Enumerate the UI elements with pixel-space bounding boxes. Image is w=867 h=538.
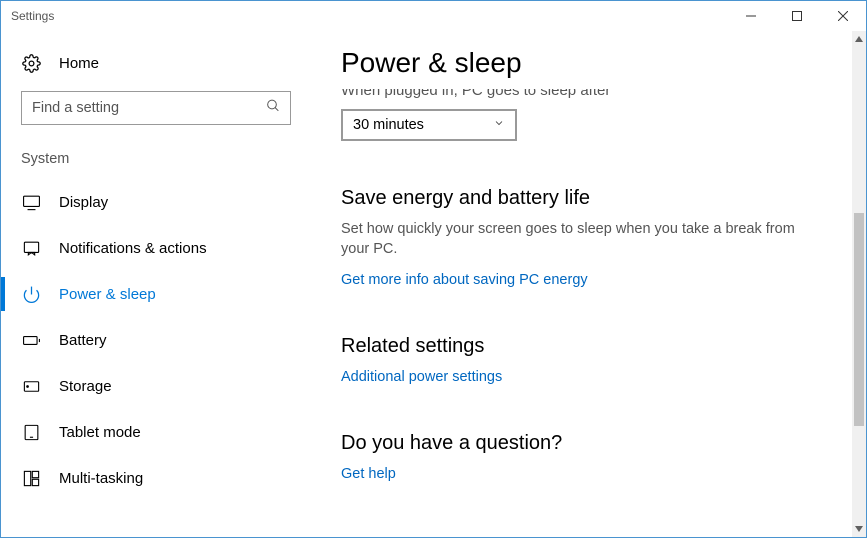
display-icon: [21, 192, 41, 212]
sidebar-item-multitasking[interactable]: Multi-tasking: [1, 455, 311, 501]
sidebar-item-label: Display: [59, 194, 108, 211]
sidebar-item-storage[interactable]: Storage: [1, 363, 311, 409]
sidebar-item-label: Battery: [59, 332, 107, 349]
sidebar-nav: Display Notifications & actions Power & …: [1, 179, 311, 501]
sidebar: Home System Display Notificati: [1, 31, 311, 537]
sidebar-item-notifications[interactable]: Notifications & actions: [1, 225, 311, 271]
home-label: Home: [59, 55, 99, 72]
maximize-button[interactable]: [774, 1, 820, 31]
gear-icon: [21, 53, 41, 73]
maximize-icon: [792, 11, 802, 21]
chevron-down-icon: [493, 117, 505, 133]
vertical-scrollbar[interactable]: [852, 31, 866, 537]
tablet-icon: [21, 422, 41, 442]
save-energy-section: Save energy and battery life Set how qui…: [341, 187, 836, 289]
content-scroll[interactable]: When plugged in, PC goes to sleep after …: [311, 89, 866, 537]
notifications-icon: [21, 238, 41, 258]
sidebar-item-label: Storage: [59, 378, 112, 395]
sleep-label: When plugged in, PC goes to sleep after: [341, 89, 836, 99]
sidebar-item-label: Notifications & actions: [59, 240, 207, 257]
save-energy-link[interactable]: Get more info about saving PC energy: [341, 272, 588, 288]
close-button[interactable]: [820, 1, 866, 31]
scroll-down-arrow-icon[interactable]: [852, 521, 866, 537]
sidebar-item-power-sleep[interactable]: Power & sleep: [1, 271, 311, 317]
additional-power-settings-link[interactable]: Additional power settings: [341, 369, 502, 385]
search-input[interactable]: [21, 91, 291, 125]
minimize-icon: [746, 11, 756, 21]
sleep-dropdown[interactable]: 30 minutes: [341, 109, 517, 141]
close-icon: [838, 11, 848, 21]
sidebar-item-label: Tablet mode: [59, 424, 141, 441]
related-heading: Related settings: [341, 335, 836, 358]
search-icon: [265, 98, 281, 119]
question-heading: Do you have a question?: [341, 432, 836, 455]
get-help-link[interactable]: Get help: [341, 466, 396, 482]
sidebar-item-label: Multi-tasking: [59, 470, 143, 487]
sidebar-item-display[interactable]: Display: [1, 179, 311, 225]
scrollbar-thumb[interactable]: [854, 213, 864, 426]
multitasking-icon: [21, 468, 41, 488]
home-button[interactable]: Home: [1, 41, 311, 85]
content-area: Power & sleep When plugged in, PC goes t…: [311, 31, 866, 537]
power-icon: [21, 284, 41, 304]
related-settings-section: Related settings Additional power settin…: [341, 335, 836, 386]
page-title: Power & sleep: [341, 47, 836, 79]
question-section: Do you have a question? Get help: [341, 432, 836, 483]
window-title: Settings: [11, 9, 54, 23]
titlebar: Settings: [1, 1, 866, 31]
sidebar-item-battery[interactable]: Battery: [1, 317, 311, 363]
scroll-up-arrow-icon[interactable]: [852, 31, 866, 47]
storage-icon: [21, 376, 41, 396]
sidebar-item-tablet-mode[interactable]: Tablet mode: [1, 409, 311, 455]
save-energy-heading: Save energy and battery life: [341, 187, 836, 210]
sidebar-section-label: System: [1, 143, 311, 179]
minimize-button[interactable]: [728, 1, 774, 31]
search-box[interactable]: [21, 91, 291, 125]
sidebar-item-label: Power & sleep: [59, 286, 156, 303]
scrollbar-track[interactable]: [852, 47, 866, 521]
dropdown-value: 30 minutes: [353, 117, 424, 133]
settings-window: Settings Home: [0, 0, 867, 538]
battery-icon: [21, 330, 41, 350]
save-energy-desc: Set how quickly your screen goes to slee…: [341, 220, 811, 259]
